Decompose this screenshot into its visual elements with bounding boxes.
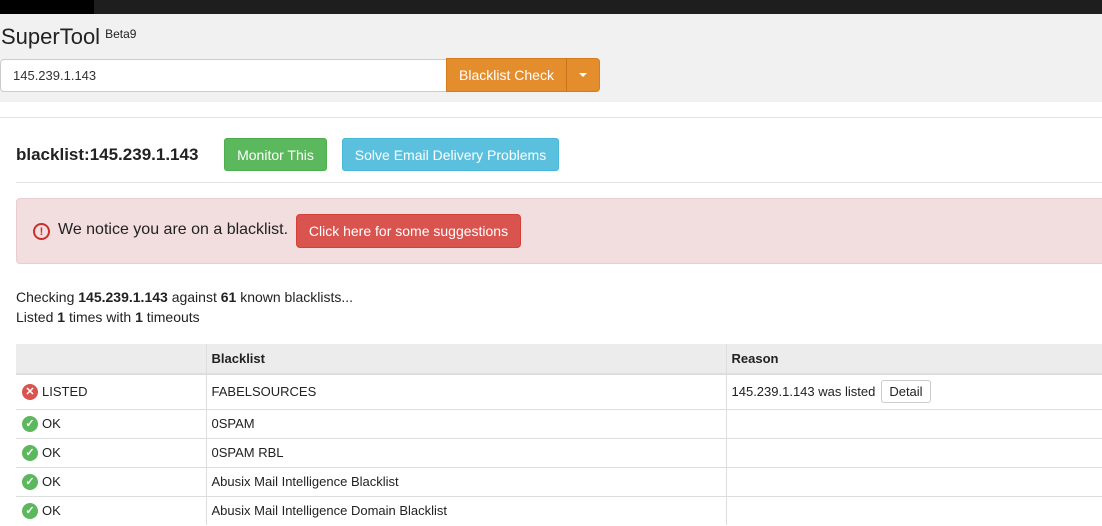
header: SuperTool Beta9 Blacklist Check [0,14,1102,102]
status-cell: ✕ LISTED [16,373,207,409]
top-bar-left [0,0,94,14]
results-table: Blacklist Reason ✕ LISTED FABELSOURCES 14… [16,344,1102,525]
status-cell: ✓ OK [16,495,207,525]
reason-cell [726,466,1102,496]
divider [0,117,1102,118]
divider [16,182,1102,183]
summary-text: timeouts [146,309,200,325]
dropdown-toggle-button[interactable] [566,58,600,92]
blacklist-name: 0SPAM [206,408,727,438]
table-row: ✓ OK Abusix Mail Intelligence Blacklist [16,466,1102,496]
reason-cell [726,437,1102,467]
listed-x-icon: ✕ [22,383,38,400]
top-bar [0,0,1102,14]
summary-line-2: Listed 1 times with 1 timeouts [16,307,353,327]
summary-text: Checking [16,289,75,305]
reason-text: 145.239.1.143 was listed [731,384,876,400]
ok-check-icon: ✓ [22,502,38,519]
ok-check-icon: ✓ [22,415,38,432]
status-text: LISTED [42,384,88,400]
monitor-button[interactable]: Monitor This [224,138,327,171]
table-row: ✕ LISTED FABELSOURCES 145.239.1.143 was l… [16,373,1102,409]
ok-check-icon: ✓ [22,444,38,461]
ok-check-icon: ✓ [22,473,38,490]
blacklist-column-header: Blacklist [206,344,727,375]
table-row: ✓ OK 0SPAM [16,408,1102,438]
status-cell: ✓ OK [16,437,207,467]
summary-timeouts-count: 1 [135,309,143,325]
status-text: OK [42,503,61,519]
reason-column-header: Reason [726,344,1102,375]
suggestions-button[interactable]: Click here for some suggestions [296,214,521,248]
reason-cell [726,408,1102,438]
blacklist-name: Abusix Mail Intelligence Domain Blacklis… [206,495,727,525]
check-summary: Checking 145.239.1.143 against 61 known … [16,287,353,327]
status-column-header [16,344,207,375]
summary-text: times with [68,309,132,325]
alert-text: We notice you are on a blacklist. [58,221,289,238]
status-text: OK [42,416,61,431]
table-row: ✓ OK 0SPAM RBL [16,437,1102,467]
caret-down-icon [579,73,587,77]
exclamation-circle-icon: ! [33,223,50,240]
app-brand[interactable]: SuperTool Beta9 [1,24,136,50]
reason-cell: 145.239.1.143 was listed Detail [726,373,1102,409]
summary-ip: 145.239.1.143 [78,289,168,305]
summary-count: 61 [220,289,237,305]
table-row: ✓ OK Abusix Mail Intelligence Domain Blac… [16,495,1102,525]
summary-text: Listed [16,309,54,325]
status-text: OK [42,445,61,460]
status-cell: ✓ OK [16,408,207,438]
summary-text: known blacklists... [240,289,354,305]
beta-badge: Beta9 [105,27,137,41]
table-header-row: Blacklist Reason [16,344,1102,375]
status-cell: ✓ OK [16,466,207,496]
summary-text: against [171,289,217,305]
detail-button[interactable]: Detail [881,380,931,404]
blacklist-name: 0SPAM RBL [206,437,727,467]
status-text: OK [42,474,61,489]
app-name: SuperTool [1,24,101,49]
search-input[interactable] [0,59,447,92]
summary-listed-count: 1 [57,309,66,325]
blacklist-alert: ! We notice you are on a blacklist. Clic… [16,198,1102,264]
solve-email-problems-button[interactable]: Solve Email Delivery Problems [342,138,559,171]
reason-cell [726,495,1102,525]
blacklist-name: FABELSOURCES [206,373,727,409]
blacklist-check-button[interactable]: Blacklist Check [446,58,567,92]
blacklist-name: Abusix Mail Intelligence Blacklist [206,466,727,496]
summary-line-1: Checking 145.239.1.143 against 61 known … [16,287,353,307]
page-title: blacklist:145.239.1.143 [16,145,199,164]
